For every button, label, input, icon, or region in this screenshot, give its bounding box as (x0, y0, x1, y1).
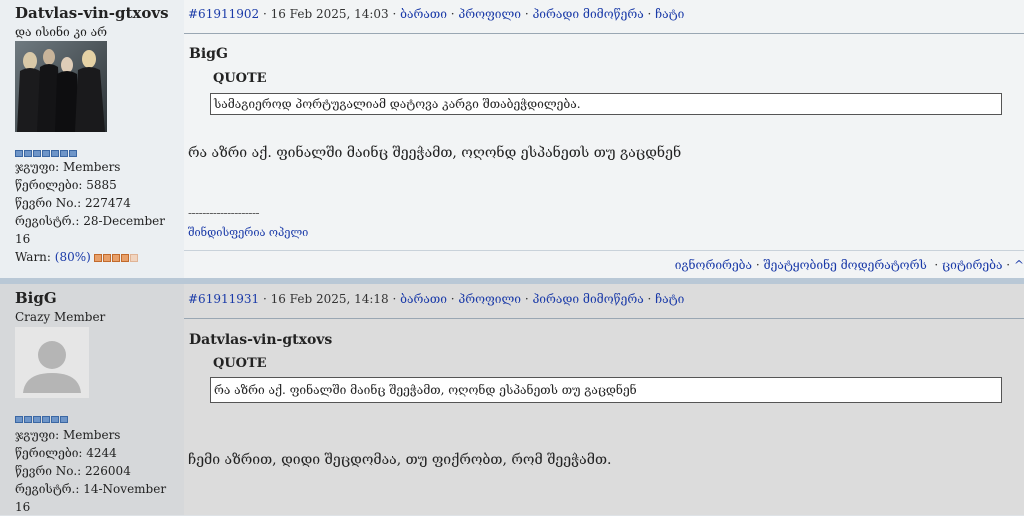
quote-box: სამაგიეროდ პორტუგალიამ დატოვა კარგი შთაბ… (210, 93, 1002, 115)
rank-dots (15, 416, 68, 424)
member-no-value: 226004 (85, 464, 131, 478)
group-value: Members (63, 160, 121, 174)
registered-label: რეგისტრ.: (15, 214, 80, 228)
author-profile-link[interactable]: პროფილი (458, 7, 521, 21)
author-username[interactable]: Datvlas-vin-gtxovs (15, 4, 169, 22)
post-header: #61911931 · 16 Feb 2025, 14:18 · ბარათი … (188, 292, 685, 306)
post-header: #61911902 · 16 Feb 2025, 14:03 · ბარათი … (188, 7, 685, 21)
quote-author: BigG (189, 46, 228, 62)
post-date: 16 Feb 2025, 14:18 (270, 292, 389, 306)
quote-link[interactable]: ციტირება (942, 258, 1002, 272)
post-author-panel: BigG Crazy Member ჯგუფი: Members წერილებ… (0, 284, 184, 515)
post-body: ჩემი აზრით, დიდი შეცდომაა, თუ ფიქრობთ, რ… (188, 452, 612, 468)
author-username[interactable]: BigG (15, 289, 57, 307)
author-info: ჯგუფი: Members წერილები: 5885 წევრი No.:… (15, 158, 184, 266)
footer-divider (184, 250, 1024, 251)
post-body: რა აზრი აქ. ფინალში მაინც შეეჭამთ, ოღონდ… (188, 145, 682, 161)
private-message-link[interactable]: პირადი მიმოწერა (532, 292, 643, 306)
warn-level-link[interactable]: (80%) (55, 250, 91, 264)
author-card-link[interactable]: ბარათი (400, 292, 447, 306)
rank-dots (15, 150, 77, 158)
signature-separator: -------------------- (188, 206, 260, 220)
author-info: ჯგუფი: Members წერილები: 4244 წევრი No.:… (15, 426, 184, 516)
header-divider (184, 318, 1024, 319)
posts-label: წერილები: (15, 178, 83, 192)
post-61911931: BigG Crazy Member ჯგუფი: Members წერილებ… (0, 284, 1024, 515)
post-61911902: Datvlas-vin-gtxovs და ისინი კი არ ჯგუფი:… (0, 0, 1024, 278)
chat-link[interactable]: ჩატი (655, 7, 684, 21)
author-card-link[interactable]: ბარათი (400, 7, 447, 21)
chat-link[interactable]: ჩატი (655, 292, 684, 306)
post-footer-actions: იგნორირება · შეატყობინე მოდერატორს · ციტ… (674, 258, 1024, 272)
post-id-link[interactable]: #61911902 (188, 7, 259, 21)
quote-author: Datvlas-vin-gtxovs (189, 332, 333, 348)
posts-count: 4244 (86, 446, 117, 460)
scroll-top-link[interactable]: ^ (1014, 258, 1024, 272)
author-profile-link[interactable]: პროფილი (458, 292, 521, 306)
posts-count: 5885 (86, 178, 117, 192)
band-photo-avatar-icon[interactable] (15, 41, 107, 136)
post-content: #61911902 · 16 Feb 2025, 14:03 · ბარათი … (184, 0, 1024, 278)
member-no-label: წევრი No.: (15, 464, 82, 478)
signature-link[interactable]: შინდისფერია ოპელი (188, 226, 308, 239)
member-no-label: წევრი No.: (15, 196, 82, 210)
member-no-value: 227474 (85, 196, 131, 210)
warn-label: Warn: (15, 250, 51, 264)
header-divider (184, 33, 1024, 34)
author-title: Crazy Member (15, 310, 106, 324)
quote-label: QUOTE (213, 356, 267, 371)
post-author-panel: Datvlas-vin-gtxovs და ისინი კი არ ჯგუფი:… (0, 0, 184, 278)
quote-label: QUOTE (213, 71, 267, 86)
ignore-link[interactable]: იგნორირება (675, 258, 752, 272)
author-title: და ისინი კი არ (15, 25, 108, 39)
group-label: ჯგუფი: (15, 428, 60, 442)
group-label: ჯგუფი: (15, 160, 60, 174)
posts-label: წერილები: (15, 446, 83, 460)
post-id-link[interactable]: #61911931 (188, 292, 259, 306)
default-user-avatar-icon[interactable] (15, 327, 89, 402)
post-content: #61911931 · 16 Feb 2025, 14:18 · ბარათი … (184, 284, 1024, 515)
post-date: 16 Feb 2025, 14:03 (270, 7, 389, 21)
private-message-link[interactable]: პირადი მიმოწერა (532, 7, 643, 21)
group-value: Members (63, 428, 121, 442)
warn-level-bar (93, 253, 138, 262)
registered-label: რეგისტრ.: (15, 482, 80, 496)
report-moderator-link[interactable]: შეატყობინე მოდერატორს (763, 258, 926, 272)
quote-box: რა აზრი აქ. ფინალში მაინც შეეჭამთ, ოღონდ… (210, 377, 1002, 403)
